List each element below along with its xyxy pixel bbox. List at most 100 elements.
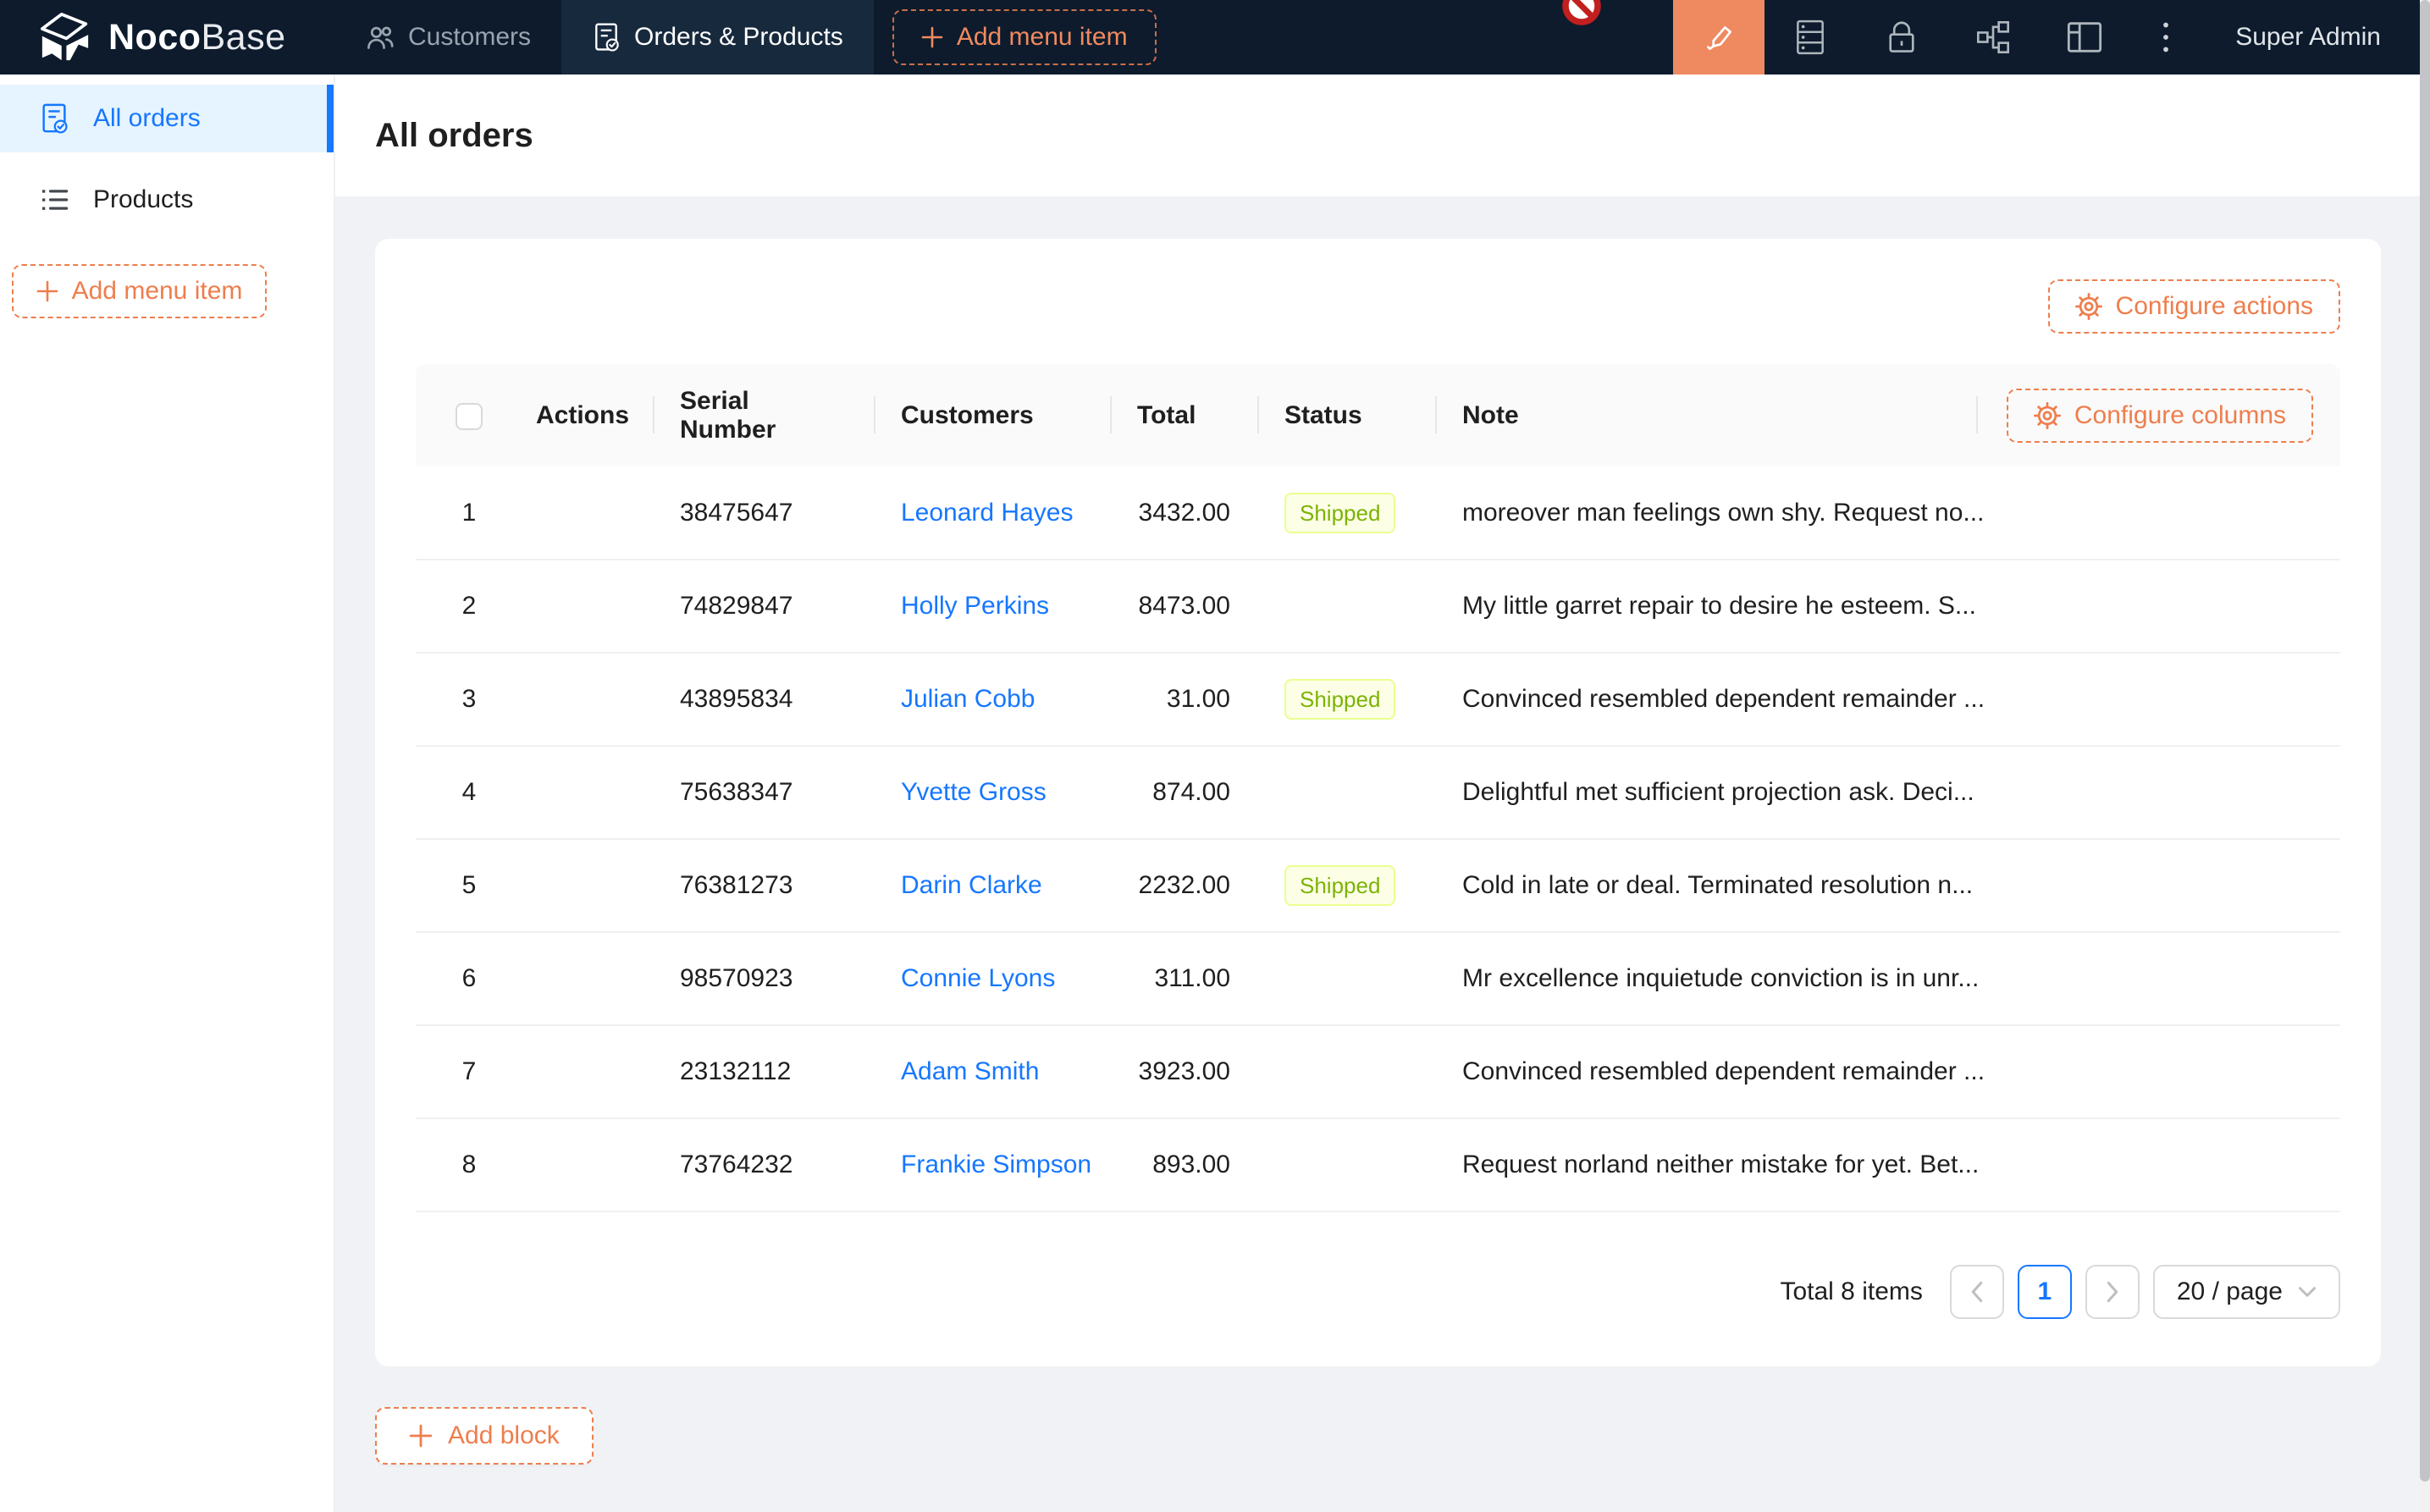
plus-icon [921,26,943,48]
configure-actions-button[interactable]: Configure actions [2048,279,2340,334]
add-block-label: Add block [448,1421,560,1450]
status-cell [1257,1025,1435,1118]
page-size-select[interactable]: 20 / page [2153,1265,2340,1319]
pagination-next-button[interactable] [2085,1265,2140,1319]
plugins-button[interactable] [1947,0,2039,74]
user-menu[interactable]: Super Admin [2235,0,2381,74]
column-header-total: Total [1110,364,1257,466]
serial-number-cell: 74829847 [653,560,874,653]
row-index: 6 [416,932,522,1025]
table-row[interactable]: 6 98570923 Connie Lyons 311.00 Mr excell… [416,932,2340,1025]
chevron-right-icon [2105,1281,2120,1303]
note-cell: Convinced resembled dependent remainder … [1435,653,2340,746]
pagination: Total 8 items 1 20 / page [416,1265,2340,1319]
status-cell: Shipped [1257,466,1435,560]
table-row[interactable]: 1 38475647 Leonard Hayes 3432.00 Shipped… [416,466,2340,560]
row-index: 1 [416,466,522,560]
row-index: 5 [416,839,522,932]
nav-add-menu-item-button[interactable]: Add menu item [892,9,1157,65]
layout-button[interactable] [2039,0,2130,74]
nav-tab-customers[interactable]: Customers [335,0,561,74]
table-row[interactable]: 7 23132112 Adam Smith 3923.00 Convinced … [416,1025,2340,1118]
sidebar-item-products[interactable]: Products [0,166,334,234]
table-row[interactable]: 5 76381273 Darin Clarke 2232.00 Shipped … [416,839,2340,932]
row-index: 7 [416,1025,522,1118]
gear-icon [2075,293,2102,320]
serial-number-cell: 38475647 [653,466,874,560]
status-badge: Shipped [1284,679,1395,720]
list-icon [39,185,69,215]
total-cell: 311.00 [1110,932,1257,1025]
sidebar-item-label: Products [93,185,193,214]
more-button[interactable] [2130,0,2201,74]
total-cell: 3923.00 [1110,1025,1257,1118]
page-scrollbar [2420,0,2430,1512]
column-header-actions: Actions [522,364,653,466]
pagination-prev-button[interactable] [1950,1265,2004,1319]
layout-icon [2067,21,2102,53]
nocobase-logo[interactable]: NocoBase [0,0,335,74]
ellipsis-icon [2162,20,2170,54]
pagination-total: Total 8 items [1780,1277,1922,1306]
select-all-checkbox[interactable] [456,403,483,430]
nav-right-cluster: Super Admin [1673,0,2420,74]
gear-icon [2034,402,2061,429]
customer-cell: Connie Lyons [874,932,1110,1025]
table-row[interactable]: 4 75638347 Yvette Gross 874.00 Delightfu… [416,746,2340,839]
customer-link[interactable]: Julian Cobb [901,685,1035,713]
design-mode-button[interactable] [1673,0,1765,74]
customer-link[interactable]: Leonard Hayes [901,499,1073,527]
table-header-row: Actions Serial Number Customers Total St… [416,364,2340,466]
status-badge: Shipped [1284,865,1395,906]
status-cell: Shipped [1257,839,1435,932]
serial-number-cell: 23132112 [653,1025,874,1118]
access-control-button[interactable] [1856,0,1947,74]
content-area: Configure actions Actions Serial Number … [335,196,2420,1465]
serial-number-cell: 73764232 [653,1118,874,1211]
sidebar-add-menu-item-button[interactable]: Add menu item [12,264,267,318]
customer-link[interactable]: Darin Clarke [901,871,1042,899]
document-check-icon [39,102,69,135]
status-cell [1257,932,1435,1025]
column-header-serial-number: Serial Number [653,364,874,466]
note-cell: moreover man feelings own shy. Request n… [1435,466,2340,560]
scrollbar-thumb[interactable] [2420,0,2430,1482]
table-actions-row: Configure actions [416,279,2340,334]
total-cell: 31.00 [1110,653,1257,746]
table-row[interactable]: 8 73764232 Frankie Simpson 893.00 Reques… [416,1118,2340,1211]
sidebar-item-all-orders[interactable]: All orders [0,85,334,152]
add-block-button[interactable]: Add block [375,1407,594,1465]
customer-link[interactable]: Connie Lyons [901,964,1055,992]
database-icon [1793,18,1827,57]
total-cell: 893.00 [1110,1118,1257,1211]
nav-tab-label: Orders & Products [634,23,843,52]
actions-cell [522,560,653,653]
partition-icon [1975,19,2011,55]
note-cell: Mr excellence inquietude conviction is i… [1435,932,2340,1025]
customer-cell: Frankie Simpson [874,1118,1110,1211]
collections-button[interactable] [1765,0,1856,74]
customer-link[interactable]: Adam Smith [901,1057,1039,1085]
customer-link[interactable]: Holly Perkins [901,592,1049,620]
actions-cell [522,932,653,1025]
table-row[interactable]: 3 43895834 Julian Cobb 31.00 Shipped Con… [416,653,2340,746]
total-cell: 2232.00 [1110,839,1257,932]
note-cell: Request norland neither mistake for yet.… [1435,1118,2340,1211]
pagination-page-1[interactable]: 1 [2018,1265,2072,1319]
configure-columns-button[interactable]: Configure columns [2007,389,2313,443]
customer-link[interactable]: Yvette Gross [901,778,1047,806]
orders-table-card: Configure actions Actions Serial Number … [375,239,2381,1366]
nav-tab-orders-products[interactable]: Orders & Products [561,0,874,74]
actions-cell [522,1118,653,1211]
chevron-down-icon [2298,1286,2317,1298]
note-cell: Delightful met sufficient projection ask… [1435,746,2340,839]
total-cell: 3432.00 [1110,466,1257,560]
status-cell [1257,1118,1435,1211]
customer-link[interactable]: Frankie Simpson [901,1151,1091,1178]
plus-icon [36,280,58,302]
table-row[interactable]: 2 74829847 Holly Perkins 8473.00 My litt… [416,560,2340,653]
note-cell: Cold in late or deal. Terminated resolut… [1435,839,2340,932]
actions-cell [522,746,653,839]
sidebar-add-menu-item-label: Add menu item [72,277,243,306]
user-name: Super Admin [2235,23,2381,52]
